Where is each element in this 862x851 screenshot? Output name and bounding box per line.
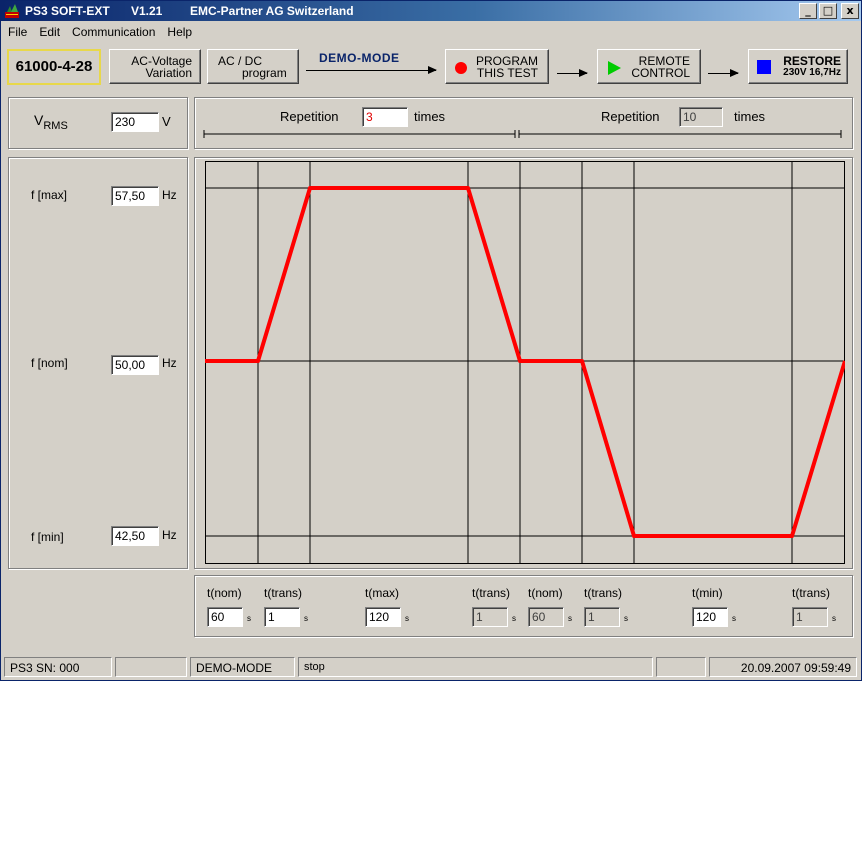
menu-bar: File Edit Communication Help bbox=[1, 23, 197, 41]
status-empty-2 bbox=[656, 657, 706, 677]
time-unit-7: s bbox=[732, 614, 736, 623]
time-unit-8: s bbox=[832, 614, 836, 623]
play-triangle-icon bbox=[608, 61, 621, 75]
app-name: PS3 SOFT-EXT bbox=[25, 4, 110, 18]
time-unit-1: s bbox=[247, 614, 251, 623]
menu-file[interactable]: File bbox=[1, 23, 32, 41]
time-input-8: 1 bbox=[792, 607, 828, 627]
time-unit-3: s bbox=[405, 614, 409, 623]
restore-button[interactable]: RESTORE 230V 16,7Hz bbox=[748, 49, 848, 84]
f-max-input[interactable]: 57,50 bbox=[111, 186, 159, 206]
status-device: PS3 SN: 000 bbox=[4, 657, 112, 677]
arrow-icon bbox=[557, 69, 588, 77]
maximize-button[interactable]: □ bbox=[819, 3, 837, 19]
vrms-input[interactable]: 230 bbox=[111, 112, 159, 132]
frequency-profile-chart bbox=[205, 161, 845, 564]
time-unit-6: s bbox=[624, 614, 628, 623]
f-max-label: f [max] bbox=[31, 188, 68, 202]
time-input-3[interactable]: 120 bbox=[365, 607, 401, 627]
time-label-6: t(trans) bbox=[584, 586, 623, 600]
time-input-6: 1 bbox=[584, 607, 620, 627]
status-mode: DEMO-MODE bbox=[190, 657, 295, 677]
vrms-label: VRMS bbox=[34, 112, 68, 132]
time-label-3: t(max) bbox=[365, 586, 399, 600]
frequency-panel: f [max] 57,50 Hz f [nom] 50,00 Hz f [min… bbox=[8, 157, 188, 569]
close-button[interactable]: x bbox=[841, 3, 859, 19]
ac-voltage-label-line2: Variation bbox=[145, 66, 192, 80]
menu-communication[interactable]: Communication bbox=[65, 23, 160, 41]
time-label-5: t(nom) bbox=[528, 586, 563, 600]
time-label-8: t(trans) bbox=[792, 586, 831, 600]
f-min-unit: Hz bbox=[162, 528, 177, 542]
time-input-4: 1 bbox=[472, 607, 508, 627]
f-nom-input[interactable]: 50,00 bbox=[111, 355, 159, 375]
time-input-2[interactable]: 1 bbox=[264, 607, 300, 627]
program-this-test-button[interactable]: PROGRAM THIS TEST bbox=[445, 49, 549, 84]
time-input-7[interactable]: 120 bbox=[692, 607, 728, 627]
arrow-icon bbox=[306, 66, 437, 74]
status-datetime: 20.09.2007 09:59:49 bbox=[709, 657, 857, 677]
main-window: PS3 SOFT-EXT V1.21 EMC-Partner AG Switze… bbox=[0, 0, 862, 681]
standard-61000-4-28-button[interactable]: 61000-4-28 bbox=[7, 49, 101, 85]
time-unit-5: s bbox=[568, 614, 572, 623]
app-logo-icon bbox=[5, 4, 19, 18]
ac-voltage-variation-button[interactable]: AC-Voltage Variation bbox=[109, 49, 201, 84]
minimize-button[interactable]: _ bbox=[799, 3, 817, 19]
f-nom-label: f [nom] bbox=[31, 356, 68, 370]
f-min-input[interactable]: 42,50 bbox=[111, 526, 159, 546]
repetition-panel: Repetition 3 times Repetition 10 times bbox=[194, 97, 853, 149]
time-label-7: t(min) bbox=[692, 586, 723, 600]
frequency-profile-line bbox=[205, 186, 845, 538]
time-unit-4: s bbox=[512, 614, 516, 623]
ac-dc-label-line2: program bbox=[242, 66, 287, 80]
f-max-unit: Hz bbox=[162, 188, 177, 202]
status-state: stop bbox=[298, 657, 653, 677]
status-empty-1 bbox=[115, 657, 187, 677]
repetition-range-lines bbox=[203, 130, 842, 138]
time-unit-2: s bbox=[304, 614, 308, 623]
stop-square-icon bbox=[757, 60, 771, 74]
record-circle-icon bbox=[455, 62, 467, 74]
arrow-icon bbox=[708, 69, 739, 77]
title-bar[interactable]: PS3 SOFT-EXT V1.21 EMC-Partner AG Switze… bbox=[1, 1, 861, 21]
remote-control-button[interactable]: REMOTE CONTROL bbox=[597, 49, 701, 84]
time-label-4: t(trans) bbox=[472, 586, 511, 600]
vrms-panel: VRMS 230 V bbox=[8, 97, 188, 149]
time-label-2: t(trans) bbox=[264, 586, 303, 600]
profile-graph-panel bbox=[194, 157, 853, 569]
menu-edit[interactable]: Edit bbox=[32, 23, 65, 41]
company-name: EMC-Partner AG Switzerland bbox=[190, 4, 354, 18]
vrms-unit: V bbox=[162, 114, 171, 129]
ac-dc-program-button[interactable]: AC / DC program bbox=[207, 49, 299, 84]
time-input-5: 60 bbox=[528, 607, 564, 627]
app-version: V1.21 bbox=[131, 4, 163, 18]
time-label-1: t(nom) bbox=[207, 586, 242, 600]
demo-mode-label: DEMO-MODE bbox=[319, 51, 400, 65]
time-panel: t(nom) 60 s t(trans) 1 s t(max) 120 s t(trans) 1 s t… bbox=[194, 575, 853, 637]
time-input-1[interactable]: 60 bbox=[207, 607, 243, 627]
f-min-label: f [min] bbox=[31, 530, 64, 544]
menu-help[interactable]: Help bbox=[160, 23, 197, 41]
f-nom-unit: Hz bbox=[162, 356, 177, 370]
